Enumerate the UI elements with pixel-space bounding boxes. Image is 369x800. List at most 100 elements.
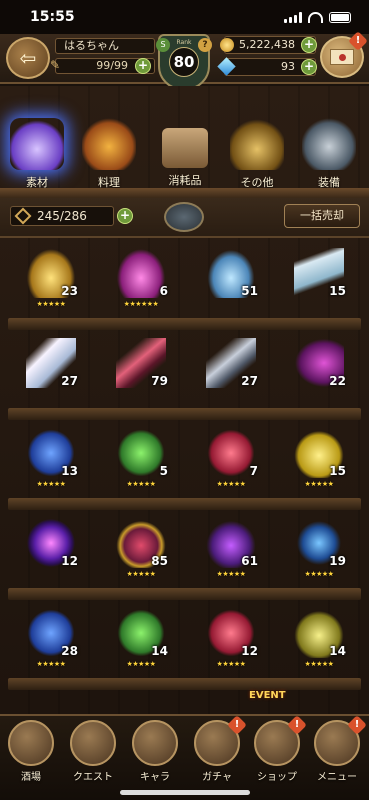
rarity-stars: ★★★★★ — [36, 480, 66, 488]
pink-urn-icon — [116, 248, 166, 298]
back-button[interactable]: ⇦ — [6, 37, 50, 79]
item-slot[interactable]: 27 — [20, 338, 82, 404]
rarity-stars: ★★★★★ — [126, 660, 156, 668]
item-slot[interactable]: 61 ★★★★★ — [200, 518, 262, 584]
stamina-bar: ✎ 99/99 + — [50, 58, 155, 74]
rarity-stars: ★★★★★ — [304, 570, 334, 578]
mail-button[interactable]: ! — [320, 31, 368, 78]
tab-consumables[interactable]: 消耗品 — [154, 118, 216, 196]
gem-value: 93 — [281, 60, 295, 73]
shelf-row: 28 ★★★★★ 14 ★★★★★ 12 ★★★★★ 14 ★★★★★ — [0, 608, 369, 698]
item-quantity: 7 — [249, 464, 258, 478]
status-time: 15:55 — [30, 9, 75, 25]
tab-label: 消耗品 — [168, 174, 202, 187]
shelf-row: 13 ★★★★★ 5 ★★★★★ 7 ★★★★★ 15 ★★★★★ — [0, 428, 369, 518]
category-tabs: 素材 料理 消耗品 その他 装備 — [0, 118, 369, 198]
item-slot[interactable]: 15 ★★★★★ — [288, 428, 350, 494]
notification-badge: ! — [347, 715, 367, 735]
item-quantity: 15 — [329, 464, 346, 478]
quill-icon: ✎ — [50, 58, 61, 72]
item-slot[interactable]: 23 ★★★★★ — [20, 248, 82, 314]
help-icon[interactable]: ? — [198, 38, 212, 52]
event-label: EVENT — [249, 690, 286, 701]
item-slot[interactable]: 7 ★★★★★ — [200, 428, 262, 494]
tab-materials[interactable]: 素材 — [6, 118, 68, 196]
nav-label: ガチャ — [202, 772, 232, 783]
item-slot[interactable]: 51 — [200, 248, 262, 314]
item-slot[interactable]: 12 ★★★★★ — [200, 608, 262, 674]
add-gem-button[interactable]: + — [301, 59, 317, 75]
nav-gacha[interactable]: ! ガチャ — [186, 715, 248, 786]
nav-menu[interactable]: ! メニュー — [306, 715, 368, 786]
signal-icon — [284, 11, 302, 23]
item-quantity: 14 — [151, 644, 168, 658]
add-gold-button[interactable]: + — [301, 37, 317, 53]
envelope-icon — [330, 49, 354, 65]
item-slot[interactable]: 79 — [110, 338, 172, 404]
item-slot[interactable]: 12 — [20, 518, 82, 584]
gold-value: 5,222,438 — [239, 38, 295, 51]
item-quantity: 22 — [329, 374, 346, 388]
item-slot[interactable]: 28 ★★★★★ — [20, 608, 82, 674]
item-slot[interactable]: 5 ★★★★★ — [110, 428, 172, 494]
system-icons — [284, 11, 351, 23]
item-slot[interactable]: 14 ★★★★★ — [110, 608, 172, 674]
notification-badge: ! — [227, 715, 247, 735]
food-icon — [82, 118, 136, 170]
item-grid: 23 ★★★★★ 6 ★★★★★★ 51 15 27 79 27 22 13 ★★★★★ 5 ★★★★★ 7… — [0, 240, 369, 710]
shelf-row: 12 85 ★★★★★ 61 ★★★★★ 19 ★★★★★ — [0, 518, 369, 608]
tab-equipment[interactable]: 装備 — [298, 118, 360, 196]
nav-shop[interactable]: ! ショップ — [246, 715, 308, 786]
player-name: はるちゃん — [55, 38, 155, 54]
item-quantity: 12 — [61, 554, 78, 568]
nav-label: ショップ — [257, 772, 297, 783]
add-stamina-button[interactable]: + — [135, 58, 151, 74]
shelf-row: 23 ★★★★★ 6 ★★★★★★ 51 15 — [0, 248, 369, 338]
rarity-stars: ★★★★★ — [216, 660, 246, 668]
wifi-icon — [308, 11, 323, 23]
nav-quest[interactable]: クエスト — [62, 716, 124, 786]
item-slot[interactable]: 19 ★★★★★ — [288, 518, 350, 584]
item-quantity: 28 — [61, 644, 78, 658]
rarity-stars: ★★★★★★ — [123, 300, 159, 308]
capacity-icon — [14, 207, 32, 225]
coin-icon — [220, 38, 234, 52]
item-quantity: 23 — [61, 284, 78, 298]
rarity-stars: ★★★★★ — [126, 570, 156, 578]
rarity-stars: ★★★★★ — [36, 300, 66, 308]
chest-icon — [162, 128, 208, 168]
rank-badge[interactable]: S ? Rank 80 — [156, 34, 212, 90]
sell-all-button[interactable]: 一括売却 — [284, 204, 360, 228]
shelf-plank — [8, 678, 361, 690]
item-quantity: 79 — [151, 374, 168, 388]
nav-label: メニュー — [317, 772, 357, 783]
item-slot[interactable]: 27 — [200, 338, 262, 404]
tavern-icon — [8, 720, 54, 766]
tab-cooking[interactable]: 料理 — [78, 118, 140, 196]
item-quantity: 13 — [61, 464, 78, 478]
shelf-plank — [8, 588, 361, 600]
item-slot[interactable]: 14 ★★★★★ — [288, 608, 350, 674]
nav-tavern[interactable]: 酒場 — [0, 716, 62, 786]
item-slot[interactable]: 6 ★★★★★★ — [110, 248, 172, 314]
item-quantity: 12 — [241, 644, 258, 658]
rank-value: 80 — [169, 47, 199, 77]
item-slot[interactable]: 13 ★★★★★ — [20, 428, 82, 494]
item-quantity: 15 — [329, 284, 346, 298]
inventory-bar: 245/286 + 一括売却 — [0, 198, 369, 238]
stamina-value: 99/99 — [96, 59, 128, 72]
nav-characters[interactable]: キャラ — [124, 716, 186, 786]
nav-label: クエスト — [73, 772, 113, 783]
rarity-stars: ★★★★★ — [126, 480, 156, 488]
home-indicator — [120, 790, 250, 795]
expand-inventory-button[interactable]: + — [117, 208, 133, 224]
bottom-nav: 酒場 クエスト キャラ ! ガチャ ! ショップ ! メニュー — [0, 714, 369, 800]
item-slot[interactable]: 15 — [288, 248, 350, 314]
item-quantity: 5 — [159, 464, 168, 478]
rarity-stars: ★★★★★ — [304, 480, 334, 488]
shelf-plank — [8, 498, 361, 510]
tab-other[interactable]: その他 — [226, 118, 288, 196]
item-slot[interactable]: 85 ★★★★★ — [110, 518, 172, 584]
back-arrow-icon: ⇦ — [19, 46, 37, 70]
item-slot[interactable]: 22 — [288, 338, 350, 404]
